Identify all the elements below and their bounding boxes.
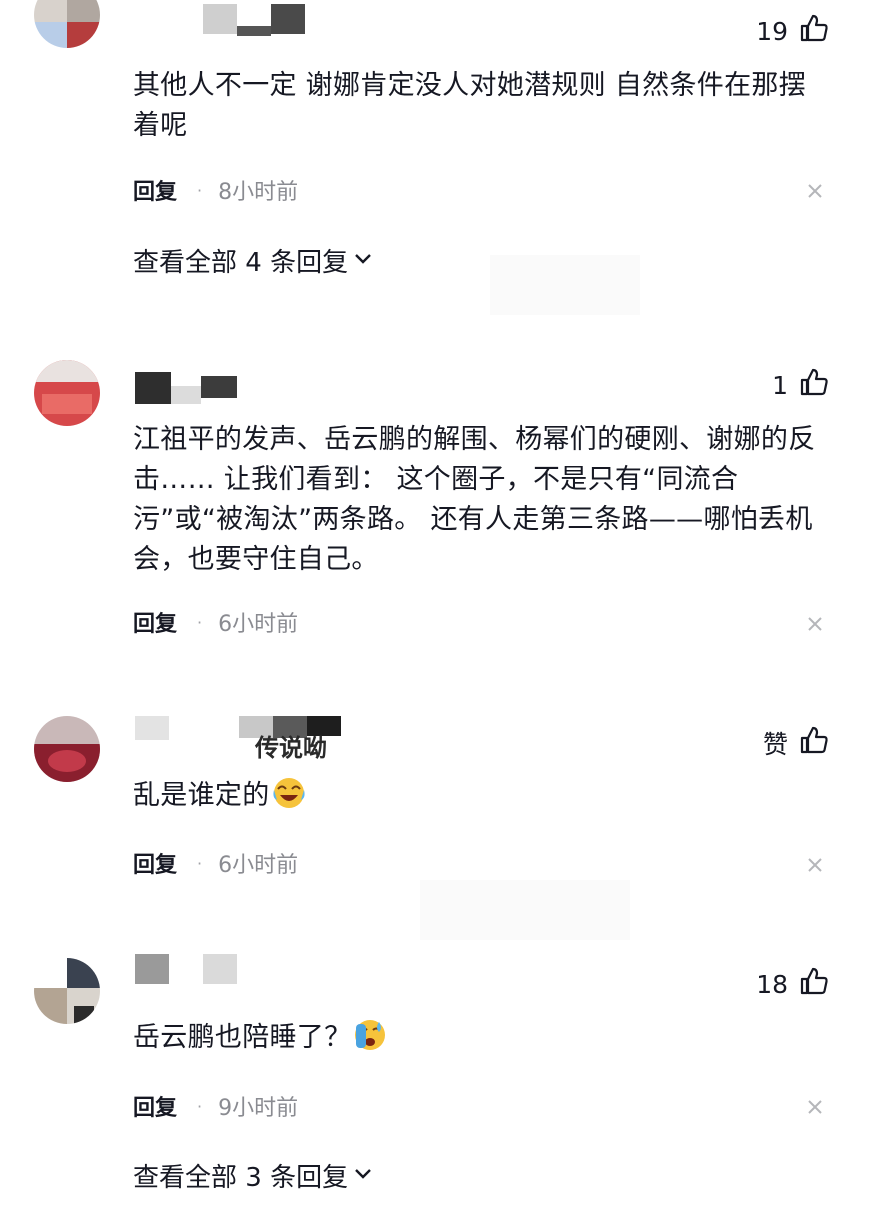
username[interactable] <box>135 954 255 988</box>
close-icon[interactable] <box>806 615 824 633</box>
like-button[interactable]: 19 <box>756 12 830 50</box>
timestamp: 8小时前 <box>218 180 299 205</box>
username[interactable] <box>135 4 315 38</box>
view-all-replies-label: 查看全部 4 条回复 <box>133 248 349 278</box>
separator-dot: · <box>197 180 203 200</box>
username-label: 传说呦 <box>255 734 327 762</box>
like-count: 1 <box>772 370 788 400</box>
like-button[interactable]: 赞 <box>763 724 830 762</box>
thumbs-up-icon <box>798 724 830 762</box>
view-all-replies-label: 查看全部 3 条回复 <box>133 1163 349 1193</box>
like-label: 赞 <box>762 730 788 759</box>
avatar[interactable] <box>34 958 100 1024</box>
close-icon[interactable] <box>806 182 824 200</box>
thumbs-up-icon <box>798 965 830 1003</box>
chevron-down-icon <box>348 246 374 276</box>
timestamp: 9小时前 <box>218 1096 299 1121</box>
separator-dot: · <box>197 1096 203 1116</box>
separator-dot: · <box>197 612 203 632</box>
comment-text: 乱是谁定的 <box>133 776 833 816</box>
reply-button[interactable]: 回复 <box>133 606 177 638</box>
chevron-down-icon <box>348 1161 374 1191</box>
comment-meta: 回复 · 8小时前 <box>133 174 298 206</box>
like-button[interactable]: 18 <box>756 965 830 1003</box>
comment-text-content: 岳云鹏也陪睡了？ <box>133 1022 352 1053</box>
reply-button[interactable]: 回复 <box>133 1090 177 1122</box>
reply-button[interactable]: 回复 <box>133 847 177 879</box>
timestamp: 6小时前 <box>218 853 299 878</box>
comment-meta: 回复 · 9小时前 <box>133 1090 298 1122</box>
username[interactable]: 传说呦 <box>135 716 355 762</box>
watermark-block <box>420 880 630 940</box>
comment-meta: 回复 · 6小时前 <box>133 606 298 638</box>
comment-text: 岳云鹏也陪睡了？ <box>133 1018 833 1058</box>
avatar[interactable] <box>34 0 100 48</box>
thumbs-up-icon <box>798 12 830 50</box>
view-all-replies-button[interactable]: 查看全部 4 条回复 <box>133 242 374 279</box>
close-icon[interactable] <box>806 1098 824 1116</box>
watermark-block <box>490 255 640 315</box>
comment-text: 其他人不一定 谢娜肯定没人对她潜规则 自然条件在那摆着呢 <box>133 70 806 141</box>
like-button[interactable]: 1 <box>772 366 830 404</box>
like-count: 18 <box>756 969 788 999</box>
timestamp: 6小时前 <box>218 612 299 637</box>
like-count: 19 <box>756 16 788 46</box>
laughing-crying-emoji-icon <box>272 776 306 810</box>
reply-button[interactable]: 回复 <box>133 174 177 206</box>
separator-dot: · <box>197 853 203 873</box>
sweating-face-emoji-icon <box>353 1018 387 1052</box>
thumbs-up-icon <box>798 366 830 404</box>
view-all-replies-button[interactable]: 查看全部 3 条回复 <box>133 1157 374 1194</box>
comment-text-content: 乱是谁定的 <box>133 780 270 811</box>
comment-text: 江祖平的发声、岳云鹏的解围、杨幂们的硬刚、谢娜的反击…… 让我们看到： 这个圈子… <box>133 424 816 575</box>
comment-meta: 回复 · 6小时前 <box>133 847 298 879</box>
close-icon[interactable] <box>806 856 824 874</box>
avatar[interactable] <box>34 716 100 782</box>
username[interactable] <box>135 372 255 406</box>
avatar[interactable] <box>34 360 100 426</box>
